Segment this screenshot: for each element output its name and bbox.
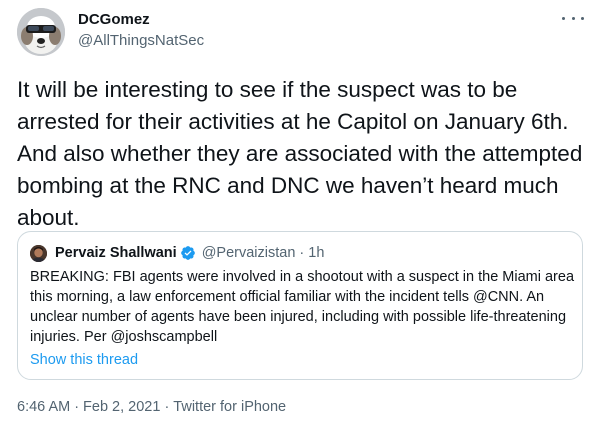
meta-separator: ·	[74, 399, 80, 415]
tweet: DCGomez @AllThingsNatSec It will be inte…	[0, 0, 606, 424]
meta-separator: ·	[164, 399, 170, 415]
tweet-text: It will be interesting to see if the sus…	[17, 77, 583, 230]
author-avatar[interactable]	[17, 8, 65, 56]
tweet-source-link[interactable]: Twitter for iPhone	[173, 399, 286, 415]
tweet-time[interactable]: 6:46 AM	[17, 399, 70, 415]
more-options-icon[interactable]	[562, 10, 584, 26]
verified-badge-icon	[180, 245, 196, 261]
author-display-name[interactable]: DCGomez	[78, 11, 204, 29]
tweet-metadata: 6:46 AM · Feb 2, 2021 · Twitter for iPhone	[17, 397, 286, 417]
quoted-tweet-text: BREAKING: FBI agents were involved in a …	[30, 269, 575, 345]
quoted-separator: ·	[299, 245, 305, 261]
quoted-tweet-header: Pervaiz Shallwani @Pervaizistan · 1h	[30, 243, 324, 263]
show-thread-link[interactable]: Show this thread	[30, 350, 138, 370]
author-info: DCGomez @AllThingsNatSec	[78, 11, 204, 50]
quoted-author-avatar	[30, 244, 47, 262]
author-handle[interactable]: @AllThingsNatSec	[78, 31, 204, 50]
tweet-date[interactable]: Feb 2, 2021	[83, 399, 160, 415]
quoted-author-handle: @Pervaizistan	[201, 245, 296, 261]
quoted-timestamp: 1h	[308, 245, 325, 261]
quoted-tweet[interactable]: Pervaiz Shallwani @Pervaizistan · 1h BRE…	[17, 231, 583, 380]
quoted-author-name: Pervaiz Shallwani	[55, 245, 177, 261]
